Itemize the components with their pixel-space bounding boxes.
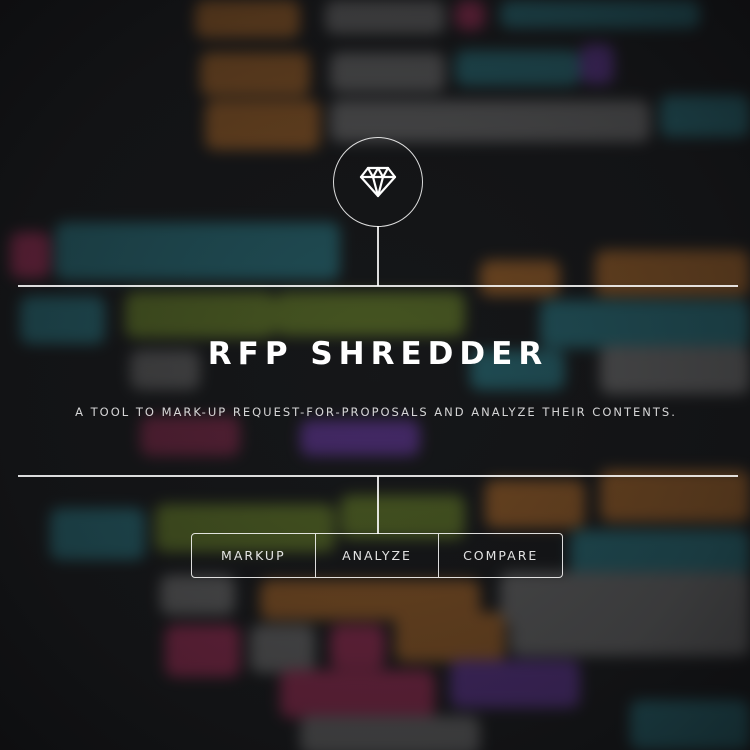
logo-badge — [333, 137, 423, 227]
compare-button[interactable]: COMPARE — [438, 534, 562, 577]
connector-line-bottom — [377, 476, 379, 534]
markup-button[interactable]: MARKUP — [192, 534, 315, 577]
page-title: RFP SHREDDER — [207, 336, 549, 372]
connector-line-top — [377, 226, 379, 286]
analyze-button[interactable]: ANALYZE — [314, 534, 439, 577]
divider-top — [18, 285, 738, 287]
hero-content: RFP SHREDDER A TOOL TO MARK-UP REQUEST-F… — [0, 0, 750, 750]
main-nav: MARKUP ANALYZE COMPARE — [191, 533, 563, 578]
page-subtitle: A TOOL TO MARK-UP REQUEST-FOR-PROPOSALS … — [75, 405, 677, 419]
hero-screen: RFP SHREDDER A TOOL TO MARK-UP REQUEST-F… — [0, 0, 750, 750]
diamond-icon — [359, 166, 397, 198]
